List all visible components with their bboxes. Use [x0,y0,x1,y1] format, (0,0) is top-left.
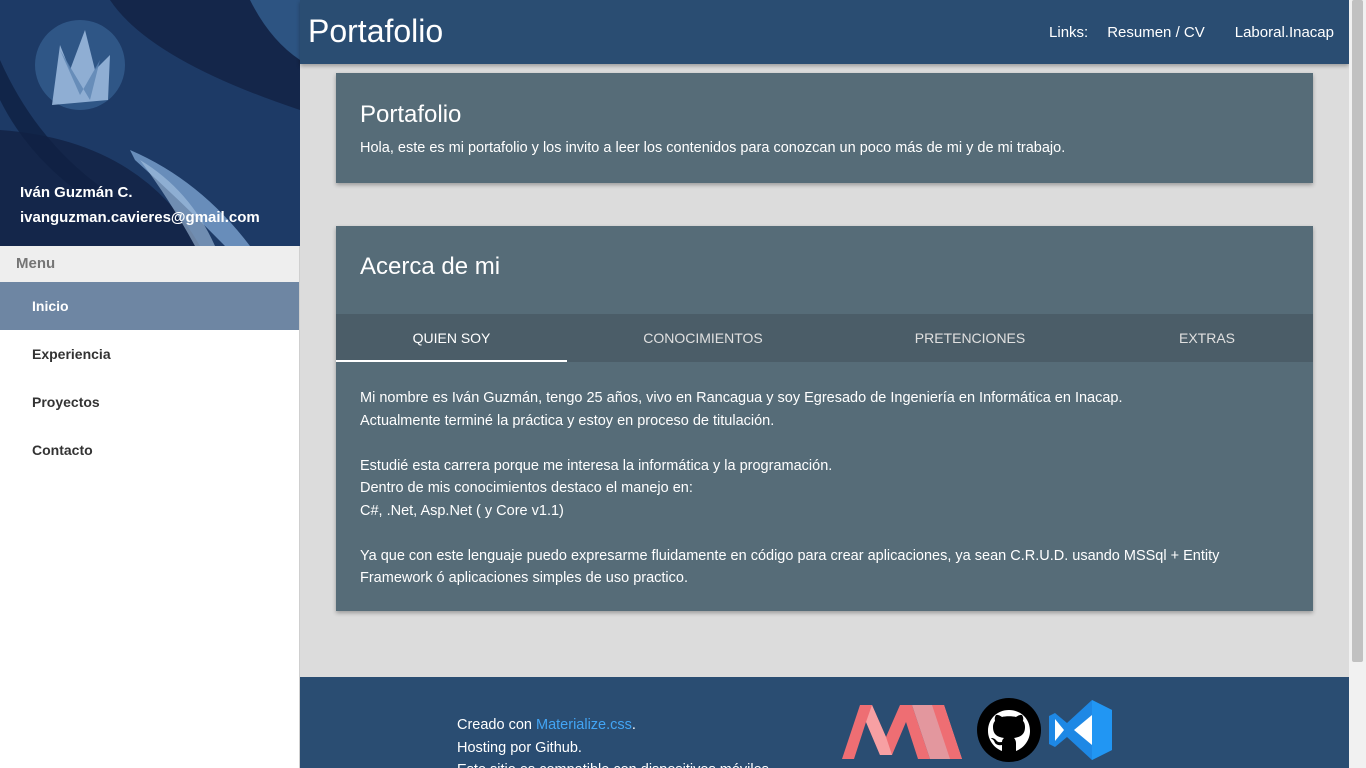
user-view-header: Iván Guzmán C. ivanguzman.cavieres@gmail… [0,0,300,246]
nav-links: Links: Resumen / CV Laboral.Inacap [1049,0,1334,64]
scrollbar-thumb[interactable] [1352,0,1363,662]
sidebar-item-inicio[interactable]: Inicio [0,282,299,330]
text-line: C#, .Net, Asp.Net ( y Core v1.1) [360,502,564,519]
page-footer: Creado con Materialize.css. Hosting por … [300,677,1349,768]
tab-quien-soy[interactable]: QUIEN SOY [336,314,567,362]
top-navbar: Portafolio Links: Resumen / CV Laboral.I… [300,0,1349,64]
user-email: ivanguzman.cavieres@gmail.com [20,209,260,226]
footer-created-prefix: Creado con [457,717,536,733]
portafolio-card-title: Portafolio [360,101,462,128]
user-name: Iván Guzmán C. [20,184,133,201]
footer-logos-svg [842,698,1112,762]
tab-extras[interactable]: EXTRAS [1101,314,1313,362]
footer-compat: Este sitio es compatible con dispositivo… [457,759,773,768]
visual-studio-code-icon[interactable] [1049,700,1112,760]
footer-text: Creado con Materialize.css. Hosting por … [457,714,773,768]
github-icon[interactable] [977,698,1041,762]
portafolio-card: Portafolio Hola, este es mi portafolio y… [336,73,1313,183]
paragraph: Ya que con este lenguaje puedo expresarm… [360,545,1290,590]
text-line: Ya que con este lenguaje puedo expresarm… [360,547,1220,587]
tab-conocimientos[interactable]: CONOCIMIENTOS [567,314,839,362]
acerca-card-title: Acerca de mi [360,253,501,280]
brand-title[interactable]: Portafolio [308,13,443,50]
page-scrollbar[interactable] [1349,0,1366,768]
materialize-link[interactable]: Materialize.css [536,717,632,733]
acerca-card: Acerca de mi QUIEN SOY CONOCIMIENTOS PRE… [336,226,1313,611]
portafolio-card-text: Hola, este es mi portafolio y los invito… [360,140,1066,156]
paragraph: Estudié esta carrera porque me interesa … [360,455,1290,523]
menu-subheader: Menu [0,246,299,282]
paragraph: Mi nombre es Iván Guzmán, tengo 25 años,… [360,387,1290,432]
sidebar-item-proyectos[interactable]: Proyectos [0,378,299,426]
footer-hosting: Hosting por Github. [457,739,582,756]
tab-pretenciones[interactable]: PRETENCIONES [839,314,1101,362]
footer-created-line: Creado con Materialize.css. [457,714,773,737]
text-line: Estudié esta carrera porque me interesa … [360,457,833,474]
footer-created-suffix: . [631,717,636,733]
resumen-cv-link[interactable]: Resumen / CV [1107,24,1205,41]
sidebar-item-experiencia[interactable]: Experiencia [0,330,299,378]
laboral-inacap-link[interactable]: Laboral.Inacap [1235,24,1334,41]
tabs-bar: QUIEN SOY CONOCIMIENTOS PRETENCIONES EXT… [336,314,1313,362]
materialize-logo-icon[interactable] [842,705,962,759]
sidebar: Iván Guzmán C. ivanguzman.cavieres@gmail… [0,0,300,768]
tab-content-quien-soy: Mi nombre es Iván Guzmán, tengo 25 años,… [360,387,1290,612]
sidebar-item-contacto[interactable]: Contacto [0,426,299,474]
links-label: Links: [1049,23,1089,41]
text-line: Mi nombre es Iván Guzmán, tengo 25 años,… [360,390,1123,406]
text-line: Dentro de mis conocimientos destaco el m… [360,480,693,496]
text-line: Actualmente terminé la práctica y estoy … [360,412,775,429]
footer-logos [842,697,1114,767]
